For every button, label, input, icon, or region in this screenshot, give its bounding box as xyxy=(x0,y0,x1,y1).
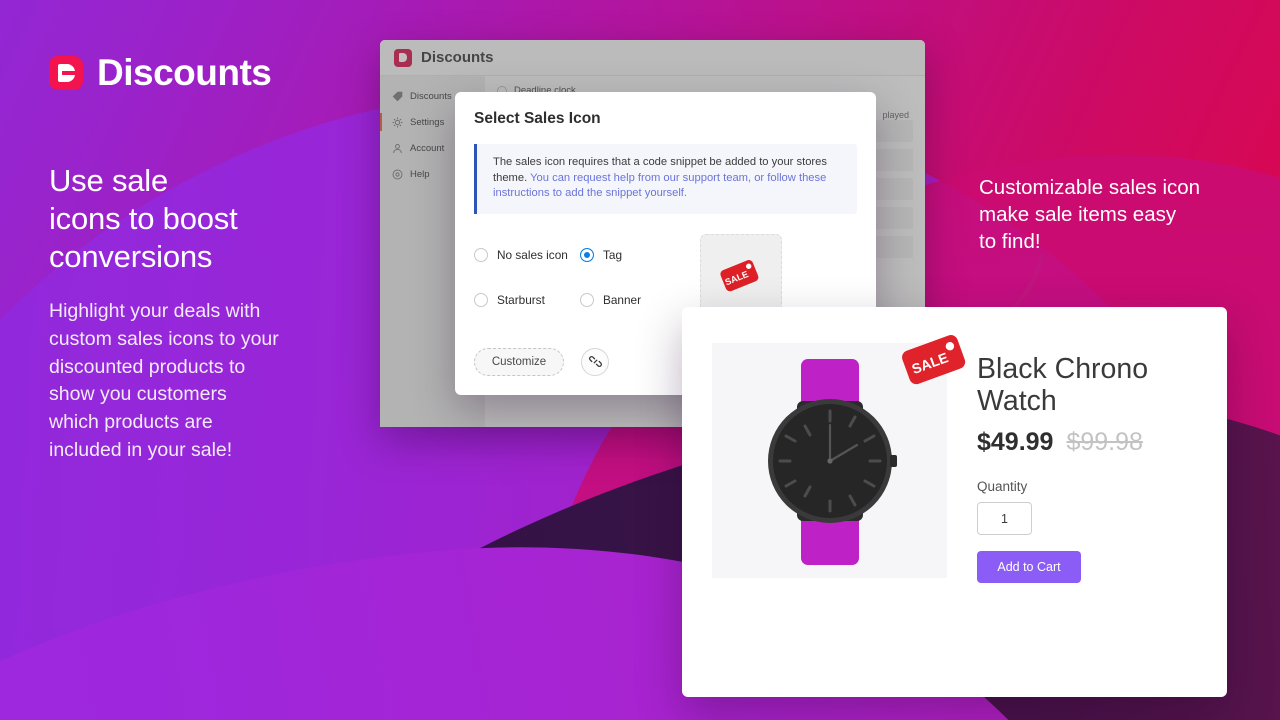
radio-option-starburst[interactable]: Starburst xyxy=(474,285,580,316)
radio-icon[interactable] xyxy=(474,293,488,308)
radio-icon[interactable] xyxy=(580,293,594,308)
product-title: Black Chrono Watch xyxy=(977,353,1149,417)
app-window-logo-icon xyxy=(394,48,412,67)
price-original: $99.98 xyxy=(1066,428,1143,456)
subcopy: Highlight your deals with custom sales i… xyxy=(49,300,279,461)
customize-button[interactable]: Customize xyxy=(474,347,564,376)
sales-icon-preview: SALE xyxy=(700,233,782,316)
wrist-watch-image xyxy=(767,359,897,565)
tag-icon xyxy=(392,91,403,101)
sale-badge-icon: SALE xyxy=(902,335,966,385)
brand-name: Discounts xyxy=(97,52,272,93)
price-current: $49.99 xyxy=(977,428,1054,456)
app-window-header: Discounts xyxy=(380,40,925,76)
radio-label: Tag xyxy=(603,248,623,263)
radio-option-tag[interactable]: Tag xyxy=(580,240,685,271)
sidebar-item-label: Discounts xyxy=(410,90,452,102)
radio-option-banner[interactable]: Banner xyxy=(580,285,685,316)
product-card: SALE Black Chrono Watch $49.99 $99.98 Qu… xyxy=(682,307,1227,697)
info-link[interactable]: You can request help from our support te… xyxy=(493,172,826,200)
app-window-title: Discounts xyxy=(421,49,494,66)
radio-label: Starburst xyxy=(497,293,545,308)
help-circle-icon xyxy=(392,169,403,179)
headline: Use sale icons to boost conversions xyxy=(49,163,238,274)
person-icon xyxy=(393,143,402,153)
price-row: $49.99 $99.98 xyxy=(977,428,1148,457)
gear-icon xyxy=(392,117,403,127)
product-image: SALE xyxy=(712,335,966,578)
radio-option-no-sales-icon[interactable]: No sales icon xyxy=(474,240,580,271)
modal-title: Select Sales Icon xyxy=(474,110,601,127)
radio-label: No sales icon xyxy=(497,248,568,263)
chain-link-icon xyxy=(588,356,602,368)
quantity-label: Quantity xyxy=(977,479,1028,494)
sale-tag-icon: SALE xyxy=(720,259,759,292)
radio-icon-selected[interactable] xyxy=(580,248,594,263)
radio-icon[interactable] xyxy=(474,248,488,263)
brand-logo-row: Discounts xyxy=(49,52,272,94)
radio-label: Banner xyxy=(603,293,642,308)
quantity-input[interactable]: 1 xyxy=(977,502,1032,535)
sidebar-item-label: Account xyxy=(410,142,445,154)
add-to-cart-button[interactable]: Add to Cart xyxy=(977,551,1081,583)
chain-link-button[interactable] xyxy=(581,347,609,376)
sidebar-item-label: Settings xyxy=(410,116,445,128)
info-callout: The sales icon requires that a code snip… xyxy=(474,144,857,214)
promo-banner: Discounts Use sale icons to boost conver… xyxy=(0,0,1280,720)
app-logo-icon xyxy=(49,56,83,90)
info-text: The sales icon requires that a code snip… xyxy=(493,155,843,202)
sidebar-item-label: Help xyxy=(410,168,430,180)
callout-text: Customizable sales icon make sale items … xyxy=(979,176,1201,253)
